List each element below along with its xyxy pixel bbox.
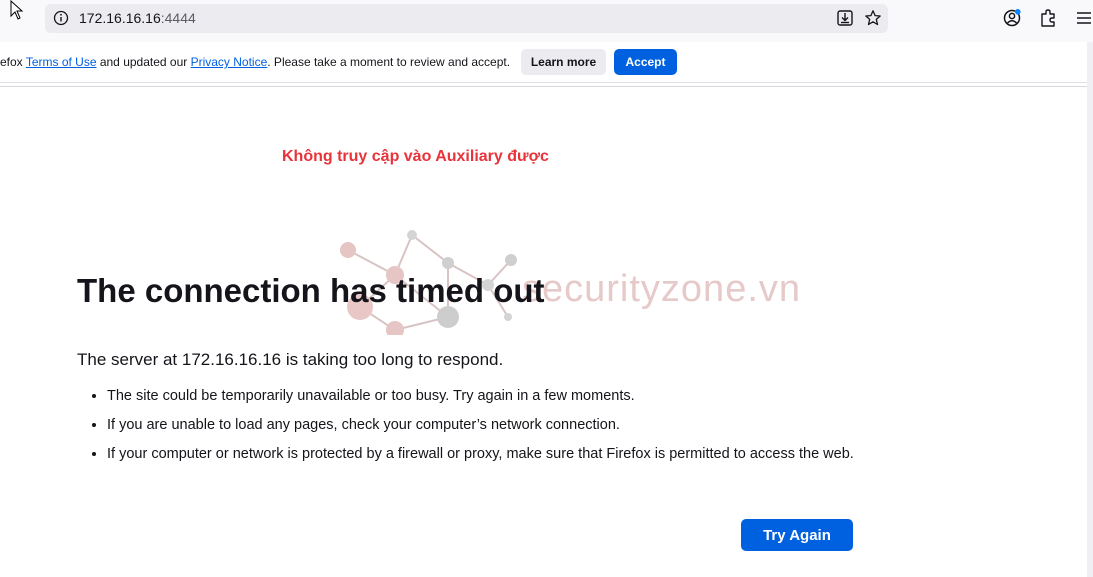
watermark-text: securityzone.vn xyxy=(522,268,802,310)
url-port: :4444 xyxy=(160,10,196,26)
url-host: 172.16.16.16 xyxy=(79,10,161,26)
learn-more-button[interactable]: Learn more xyxy=(521,49,606,75)
error-tips-list: The site could be temporarily unavailabl… xyxy=(87,386,887,473)
url-text[interactable]: 172.16.16.16:4444 xyxy=(79,10,196,26)
terms-notice-bar: efox Terms of Use and updated our Privac… xyxy=(0,42,1087,83)
try-again-button[interactable]: Try Again xyxy=(741,519,853,551)
error-title: The connection has timed out xyxy=(77,272,545,309)
privacy-notice-link[interactable]: Privacy Notice xyxy=(191,55,268,69)
list-item: If you are unable to load any pages, che… xyxy=(107,415,887,435)
info-icon[interactable] xyxy=(53,10,69,26)
notice-middle: and updated our xyxy=(96,55,191,69)
annotation-text: Không truy cập vào Auxiliary được xyxy=(282,148,549,165)
content-divider xyxy=(0,86,1087,87)
terms-of-use-link[interactable]: Terms of Use xyxy=(26,55,97,69)
extensions-icon[interactable] xyxy=(1038,8,1058,28)
cursor-icon xyxy=(10,0,24,20)
menu-icon[interactable] xyxy=(1074,8,1093,28)
list-item: The site could be temporarily unavailabl… xyxy=(107,386,887,406)
notice-text: efox Terms of Use and updated our Privac… xyxy=(0,55,510,69)
notice-prefix: efox xyxy=(0,55,26,69)
star-icon[interactable] xyxy=(864,9,882,27)
notice-suffix: . Please take a moment to review and acc… xyxy=(267,55,511,69)
download-icon[interactable] xyxy=(836,9,854,27)
account-icon[interactable] xyxy=(1002,8,1022,28)
accept-button[interactable]: Accept xyxy=(614,49,677,75)
browser-toolbar: 172.16.16.16:4444 xyxy=(0,0,1093,42)
list-item: If your computer or network is protected… xyxy=(107,444,887,464)
error-description: The server at 172.16.16.16 is taking too… xyxy=(77,350,504,369)
scrollbar[interactable] xyxy=(1087,42,1093,577)
address-bar[interactable]: 172.16.16.16:4444 xyxy=(45,4,888,33)
